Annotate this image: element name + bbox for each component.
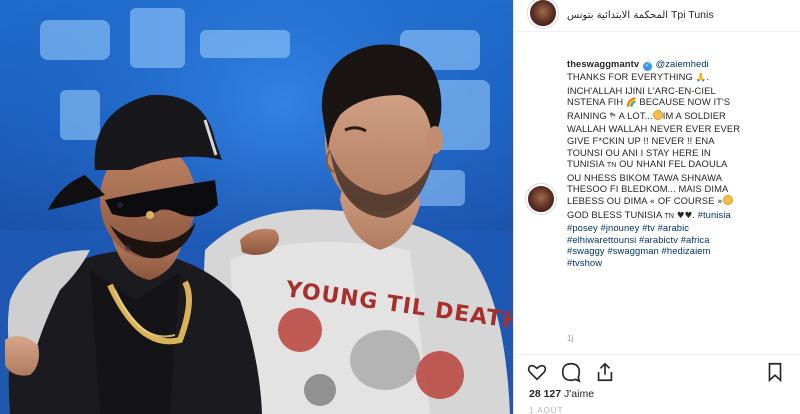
location-latin: Tpi Tunis: [670, 9, 714, 21]
caption-line: OF COURSE: [657, 194, 715, 206]
comment-icon[interactable]: [560, 361, 582, 383]
location-arabic: المحكمة الابتدائية بتونس: [567, 10, 669, 21]
caption-time: 1j: [567, 334, 574, 343]
location-link[interactable]: المحكمة الابتدائية بتونس Tpi Tunis: [567, 9, 714, 21]
smile-emoji-icon: [722, 194, 733, 205]
header-avatar[interactable]: [528, 0, 558, 28]
likes-label: J'aime: [564, 388, 595, 400]
heart-emoji-icon: ♥: [676, 210, 685, 221]
caption-line: LEBESS OU DIMA: [567, 194, 648, 206]
rainbow-emoji-icon: 🌈: [625, 98, 637, 109]
verified-badge-icon: ✓: [642, 62, 652, 71]
caption-line: THESOO FI BLEDKOM... MAIS DIMA: [567, 183, 729, 195]
caption-mention[interactable]: @zaiemhedi: [656, 58, 709, 69]
post-photo: YOUNG TIL DEATH: [0, 0, 513, 414]
likes-count[interactable]: 28 127 J'aime: [529, 388, 594, 400]
tunisia-flag-emoji-icon: TN: [606, 162, 617, 170]
caption-line: TUNISIA: [567, 158, 605, 170]
quote-emoji-icon: «: [649, 196, 656, 207]
caption-line: IM A SOLDIER: [662, 109, 726, 121]
caption-line: BECAUSE NOW IT'S: [639, 96, 731, 108]
caption-line: A LOT...: [618, 109, 653, 121]
hashtag-line[interactable]: #posey #jnouney #tv #arabic: [567, 222, 689, 233]
caption-line: GIVE F*CKIN UP !! NEVER !! ENA: [567, 134, 715, 146]
action-bar: [514, 354, 800, 384]
hashtag-line[interactable]: #tvshow: [567, 257, 602, 268]
share-icon[interactable]: [594, 361, 616, 383]
caption-avatar[interactable]: [526, 184, 556, 214]
post-date: 1 AOUT: [529, 406, 564, 414]
black-heart-emoji-icon: ♥: [684, 210, 693, 221]
hashtag-line[interactable]: #swaggy #swaggman #hedizaiem: [567, 245, 711, 256]
face-emoji-icon: [652, 109, 663, 120]
likes-number: 28 127: [529, 388, 562, 400]
caption-line: NSTENA FIH: [567, 96, 624, 108]
arrow-emoji-icon: »: [717, 196, 723, 207]
caption-username[interactable]: theswaggmantv: [567, 58, 639, 69]
caption-line: TOUNSI OU ANI I STAY HERE IN: [567, 146, 711, 158]
heart-icon[interactable]: [526, 361, 548, 383]
hashtag-line[interactable]: #elhiwarettounsi #arabictv #africa: [567, 234, 710, 245]
caption-line: GOD BLESS TUNISIA: [567, 208, 662, 220]
praying-hands-emoji-icon: 🙏: [695, 73, 707, 83]
rain-cloud-emoji-icon: ⛈: [609, 111, 617, 122]
caption-line: WALLAH WALLAH NEVER EVER EVER: [567, 123, 741, 135]
caption-line: OU NHANI FEL DAOULA: [619, 158, 728, 170]
caption-line: THANKS FOR EVERYTHING: [567, 71, 693, 82]
bookmark-icon[interactable]: [764, 361, 786, 383]
photo-illustration: YOUNG TIL DEATH: [0, 0, 513, 414]
caption-line: RAINING: [567, 109, 607, 121]
post-panel: المحكمة الابتدائية بتونس Tpi Tunis thesw…: [513, 0, 800, 414]
caption-line: INCH'ALLAH IJINI L'ARC-EN-CIEL: [567, 84, 716, 96]
caption: theswaggmantv ✓ @zaiemhedi THANKS FOR EV…: [567, 58, 741, 268]
post-header: المحكمة الابتدائية بتونس Tpi Tunis: [514, 0, 800, 32]
tunisia-flag-emoji-icon: TN: [664, 212, 675, 220]
hashtag[interactable]: #tunisia: [698, 209, 731, 220]
caption-line: OU NHESS BIKOM TAWA SHNAWA: [567, 171, 723, 183]
